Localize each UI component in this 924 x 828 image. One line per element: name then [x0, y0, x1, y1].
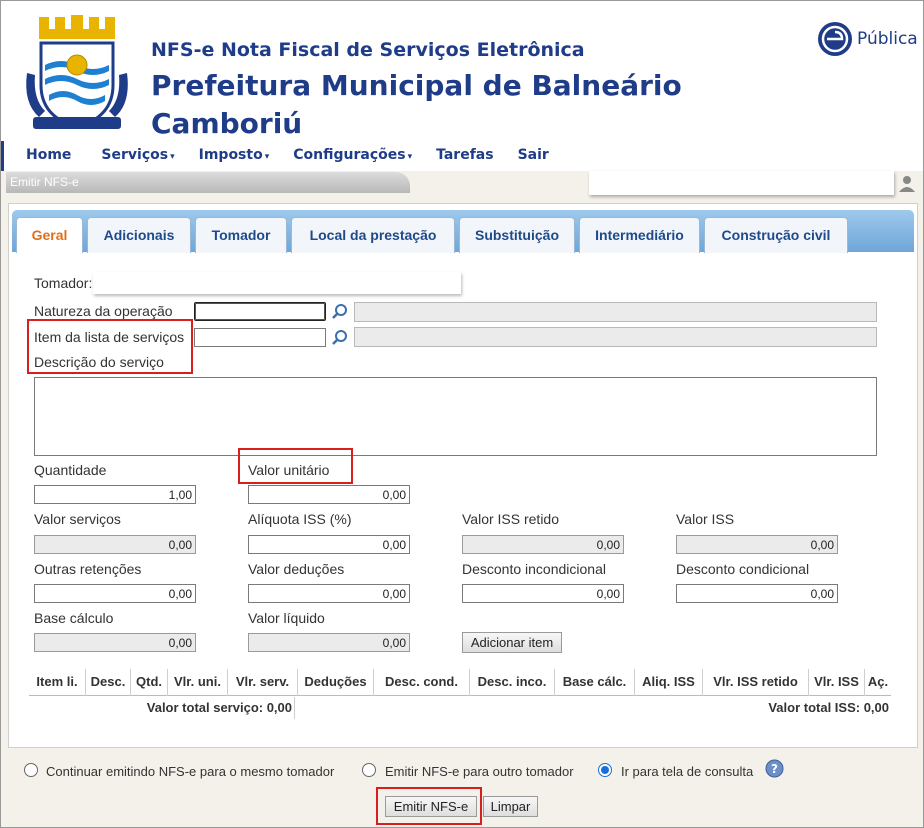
- table-footer: Valor total serviço: 0,00 Valor total IS…: [29, 697, 891, 719]
- menu-item-home[interactable]: Home: [26, 141, 71, 163]
- chevron-down-icon: ▾: [170, 152, 175, 162]
- valor-liquido-input: 0,00: [248, 633, 410, 652]
- vendor-name: Pública: [857, 29, 918, 49]
- city-crest-logo: [26, 15, 128, 129]
- items-table: Item li. Desc. Qtd. Vlr. uni. Vlr. serv.…: [29, 669, 891, 721]
- option-same-tomador-label: Continuar emitindo NFS-e para o mesmo to…: [46, 764, 335, 779]
- column-header[interactable]: Desc.: [85, 669, 130, 696]
- natureza-operacao-description: [354, 302, 877, 322]
- desconto-condicional-input[interactable]: 0,00: [676, 584, 838, 603]
- user-icon[interactable]: [897, 173, 917, 193]
- column-header[interactable]: Qtd.: [130, 669, 167, 696]
- tab-local-prestacao[interactable]: Local da prestação: [291, 217, 455, 253]
- svg-text:?: ?: [771, 762, 778, 776]
- chevron-down-icon: ▾: [407, 152, 413, 162]
- column-header[interactable]: Aliq. ISS: [634, 669, 702, 696]
- valor-unitario-input[interactable]: 0,00: [248, 485, 410, 504]
- column-header[interactable]: Vlr. ISS: [808, 669, 864, 696]
- e-publica-logo-icon: [818, 22, 852, 56]
- tab-adicionais[interactable]: Adicionais: [87, 217, 191, 253]
- tab-geral[interactable]: Geral: [16, 217, 83, 253]
- column-header[interactable]: Aç.: [864, 669, 891, 696]
- add-item-button[interactable]: Adicionar item: [462, 632, 562, 653]
- column-header[interactable]: Desc. cond.: [373, 669, 469, 696]
- highlight-box: [238, 448, 353, 484]
- valor-iss-label: Valor ISS: [676, 511, 735, 527]
- column-header[interactable]: Deduções: [297, 669, 373, 696]
- menu-item-tarefas[interactable]: Tarefas: [436, 141, 493, 163]
- table-header: Item li. Desc. Qtd. Vlr. uni. Vlr. serv.…: [29, 669, 891, 696]
- option-consulta-label: Ir para tela de consulta: [621, 764, 754, 779]
- item-lista-servicos-description: [354, 327, 877, 347]
- tab-intermediario[interactable]: Intermediário: [579, 217, 700, 253]
- option-other-tomador-label: Emitir NFS-e para outro tomador: [385, 764, 574, 779]
- outras-retencoes-label: Outras retenções: [34, 561, 142, 577]
- column-header[interactable]: Desc. inco.: [469, 669, 554, 696]
- system-title: NFS-e Nota Fiscal de Serviços Eletrônica: [151, 39, 585, 61]
- tab-tomador[interactable]: Tomador: [195, 217, 287, 253]
- menu-item-imposto[interactable]: Imposto ▾: [199, 141, 270, 163]
- quantidade-label: Quantidade: [34, 462, 107, 478]
- emit-nfse-button[interactable]: Emitir NFS-e: [385, 796, 477, 817]
- valor-liquido-label: Valor líquido: [248, 610, 325, 626]
- valor-iss-retido-label: Valor ISS retido: [462, 511, 560, 527]
- descricao-servico-textarea[interactable]: [34, 377, 877, 456]
- user-info-box: [589, 171, 894, 195]
- natureza-operacao-input[interactable]: [194, 302, 326, 321]
- tab-strip: Geral Adicionais Tomador Local da presta…: [12, 210, 914, 253]
- column-header[interactable]: Base cálc.: [554, 669, 634, 696]
- outras-retencoes-input[interactable]: 0,00: [34, 584, 196, 603]
- clear-button[interactable]: Limpar: [483, 796, 538, 817]
- breadcrumb: Emitir NFS-e: [6, 172, 410, 193]
- valor-iss-retido-input: 0,00: [462, 535, 624, 554]
- desconto-incondicional-input[interactable]: 0,00: [462, 584, 624, 603]
- column-header[interactable]: Vlr. uni.: [167, 669, 227, 696]
- radio-other-tomador[interactable]: [362, 763, 376, 777]
- desconto-incondicional-label: Desconto incondicional: [462, 561, 606, 577]
- search-icon[interactable]: [331, 329, 349, 347]
- valor-deducoes-input[interactable]: 0,00: [248, 584, 410, 603]
- help-icon[interactable]: ?: [765, 759, 784, 778]
- column-header[interactable]: Vlr. ISS retido: [702, 669, 808, 696]
- radio-consulta[interactable]: [598, 763, 612, 777]
- column-header[interactable]: Item li.: [29, 669, 85, 696]
- valor-servicos-label: Valor serviços: [34, 511, 121, 527]
- aliquota-iss-label: Alíquota ISS (%): [248, 511, 352, 527]
- menu-item-sair[interactable]: Sair: [518, 141, 549, 163]
- natureza-operacao-label: Natureza da operação: [34, 303, 173, 319]
- total-iss: Valor total ISS: 0,00: [768, 700, 889, 715]
- vendor-logo: Pública: [817, 19, 918, 59]
- menu-item-configuracoes[interactable]: Configurações ▾: [293, 141, 412, 163]
- base-calculo-input: 0,00: [34, 633, 196, 652]
- item-lista-servicos-input[interactable]: [194, 328, 326, 347]
- organization-title: Prefeitura Municipal de Balneário Cambor…: [151, 69, 682, 140]
- valor-servicos-input: 0,00: [34, 535, 196, 554]
- total-servico: Valor total serviço: 0,00: [29, 697, 295, 719]
- valor-deducoes-label: Valor deduções: [248, 561, 345, 577]
- chevron-down-icon: ▾: [264, 152, 270, 162]
- page-header: NFS-e Nota Fiscal de Serviços Eletrônica…: [1, 1, 923, 141]
- aliquota-iss-input[interactable]: 0,00: [248, 535, 410, 554]
- quantidade-input[interactable]: 1,00: [34, 485, 196, 504]
- column-header[interactable]: Vlr. serv.: [227, 669, 297, 696]
- tab-substituicao[interactable]: Substituição: [459, 217, 575, 253]
- search-icon[interactable]: [331, 303, 349, 321]
- menu-item-servicos[interactable]: Serviços ▾: [101, 141, 174, 163]
- tab-construcao-civil[interactable]: Construção civil: [704, 217, 848, 253]
- base-calculo-label: Base cálculo: [34, 610, 114, 626]
- valor-iss-input: 0,00: [676, 535, 838, 554]
- highlight-box: [27, 319, 193, 374]
- desconto-condicional-label: Desconto condicional: [676, 561, 810, 577]
- tomador-value: [93, 272, 461, 294]
- tomador-label: Tomador:: [34, 275, 93, 291]
- main-menu: Home Serviços ▾ Imposto ▾ Configurações ▾ T…: [1, 141, 923, 171]
- radio-same-tomador[interactable]: [24, 763, 38, 777]
